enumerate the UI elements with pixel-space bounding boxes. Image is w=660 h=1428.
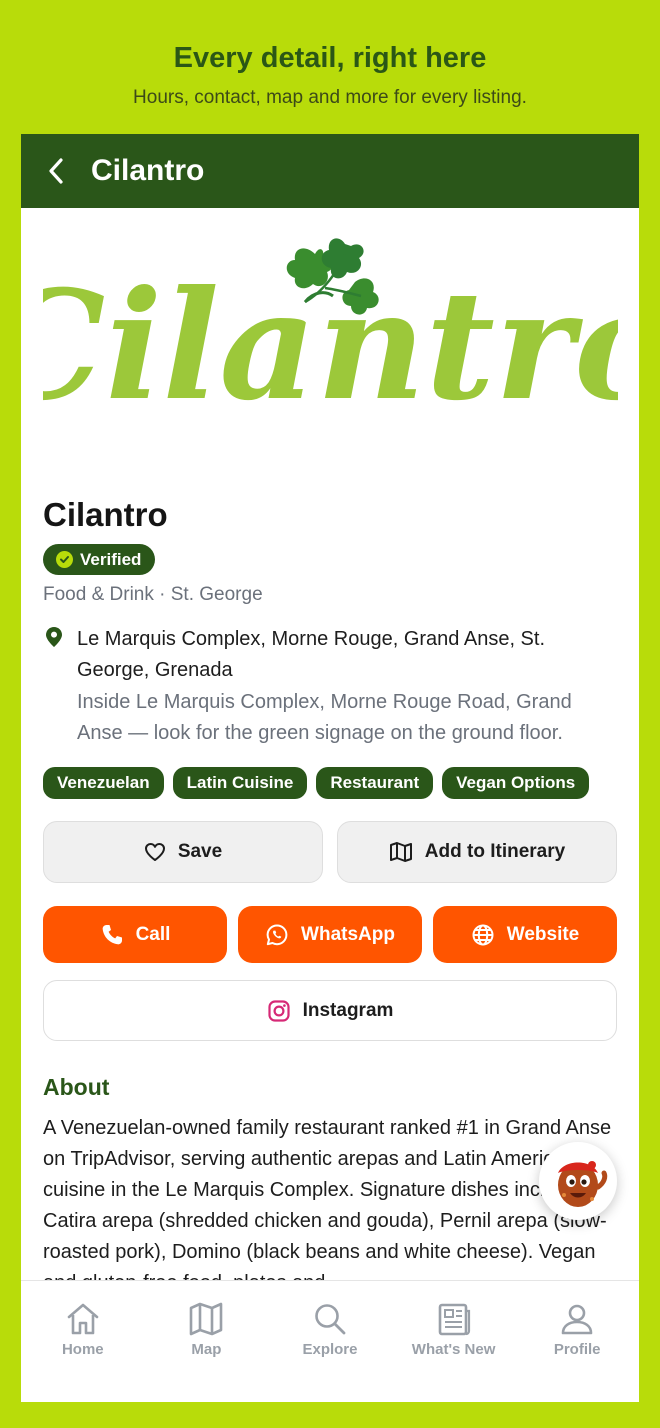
news-icon [438, 1303, 470, 1336]
instagram-button[interactable]: Instagram [43, 980, 617, 1041]
home-icon [67, 1303, 99, 1335]
mascot-icon [558, 1161, 608, 1207]
tag-chip[interactable]: Vegan Options [442, 767, 590, 799]
map-icon [190, 1302, 223, 1336]
save-label: Save [177, 841, 223, 862]
chevron-left-icon [49, 158, 63, 184]
nav-home[interactable]: Home [21, 1281, 145, 1402]
nav-label: What's New [411, 1341, 496, 1358]
tag-list: Venezuelan Latin Cuisine Restaurant Vega… [43, 767, 590, 799]
nav-label: Map [191, 1341, 222, 1358]
search-icon [315, 1304, 346, 1335]
heart-icon [144, 843, 165, 861]
whatsapp-button[interactable]: WhatsApp [238, 906, 422, 963]
svg-text:Cilantro: Cilantro [43, 258, 618, 434]
listing-address[interactable]: Le Marquis Complex, Morne Rouge, Grand A… [77, 624, 607, 686]
call-label: Call [135, 923, 171, 945]
verified-badge: Verified [43, 544, 156, 575]
call-button[interactable]: Call [43, 906, 227, 963]
location-pin-icon [46, 627, 62, 647]
add-to-itinerary-button[interactable]: Add to Itinerary [337, 821, 617, 883]
whatsapp-label: WhatsApp [301, 923, 395, 945]
page-title: Cilantro [91, 154, 205, 187]
nav-map[interactable]: Map [145, 1281, 269, 1402]
app-bar: Cilantro [21, 134, 639, 208]
listing-directions: Inside Le Marquis Complex, Morne Rouge R… [77, 691, 572, 744]
listing-logo: Cilantro [43, 238, 618, 434]
check-circle-icon [56, 551, 73, 568]
instagram-label: Instagram [302, 999, 394, 1021]
phone-screen: Cilantro Cilantro Cilantro Verified Food… [21, 134, 639, 1402]
about-text: A Venezuelan-owned family restaurant ran… [43, 1117, 612, 1294]
tag-chip[interactable]: Venezuelan [43, 767, 164, 799]
globe-icon [472, 924, 494, 945]
save-button[interactable]: Save [43, 821, 323, 883]
listing-name: Cilantro [43, 496, 168, 533]
website-button[interactable]: Website [433, 906, 617, 963]
back-button[interactable] [21, 134, 91, 208]
instagram-icon [267, 999, 290, 1022]
itinerary-label: Add to Itinerary [424, 841, 566, 862]
nav-label: Home [61, 1341, 104, 1358]
mascot-assistant-button[interactable] [539, 1142, 617, 1220]
promo-title: Every detail, right here [173, 42, 487, 74]
verified-label: Verified [80, 549, 142, 569]
nav-profile[interactable]: Profile [515, 1281, 639, 1402]
nav-whats-new[interactable]: What's New [392, 1281, 516, 1402]
listing-category: Food & Drink · St. George [43, 584, 263, 605]
bottom-navigation: Home Map Explore What's New Profile [21, 1280, 639, 1402]
whatsapp-icon [266, 924, 288, 945]
phone-icon [102, 924, 122, 944]
about-heading: About [43, 1074, 110, 1100]
tag-chip[interactable]: Latin Cuisine [172, 767, 308, 799]
tag-chip[interactable]: Restaurant [316, 767, 434, 799]
nav-label: Explore [302, 1341, 358, 1358]
website-label: Website [506, 923, 580, 945]
nav-explore[interactable]: Explore [268, 1281, 392, 1402]
promo-header: Every detail, right here Hours, contact,… [0, 0, 660, 134]
profile-icon [561, 1304, 593, 1335]
nav-label: Profile [553, 1341, 601, 1358]
map-icon [389, 842, 412, 862]
promo-subtitle: Hours, contact, map and more for every l… [133, 87, 527, 108]
